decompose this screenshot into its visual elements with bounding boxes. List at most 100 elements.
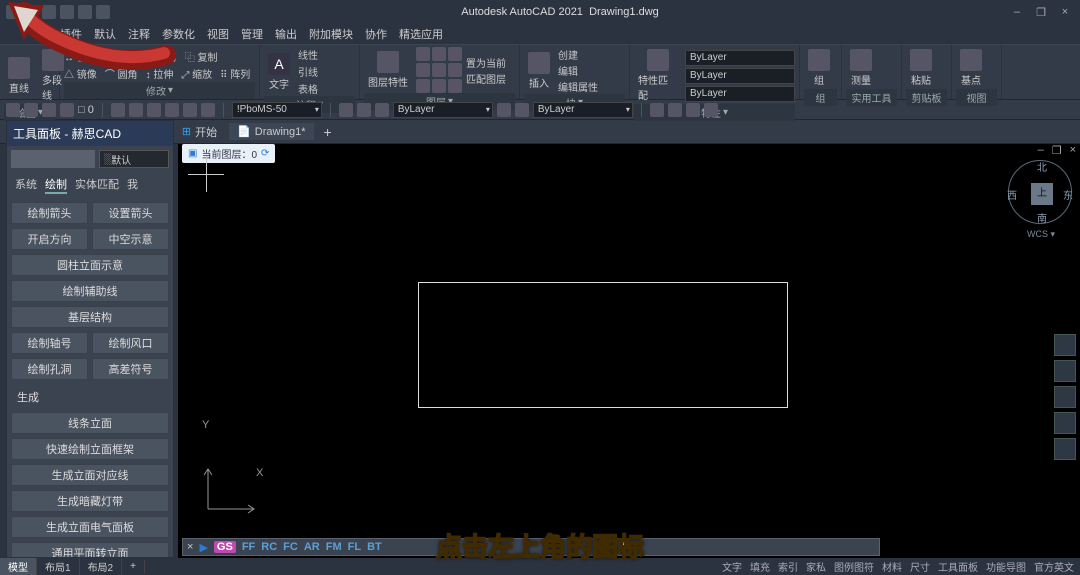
viewport-close-button[interactable]: × [1070,144,1076,157]
tool-icon[interactable] [24,103,38,117]
copy-button[interactable]: ⿻ 复制 [185,49,218,64]
layer-icon[interactable] [416,79,430,93]
paste-button[interactable]: 粘贴 [906,47,936,89]
cmd-opt[interactable]: RC [261,541,277,553]
tool-icon[interactable] [339,103,353,117]
panel-label-clip[interactable]: 剪贴板 [906,89,947,106]
qat-redo-icon[interactable] [96,5,110,19]
leader-button[interactable]: 引线 [298,64,318,79]
status-item[interactable]: 尺寸 [910,559,930,574]
palette-button[interactable]: 线条立面 [11,412,169,434]
status-item[interactable]: 文字 [722,559,742,574]
tool-icon[interactable] [686,103,700,117]
palette-button[interactable]: 生成立面电气面板 [11,516,169,538]
palette-button[interactable]: 绘制风口 [92,332,169,354]
layer-icon[interactable] [432,63,446,77]
trim-button[interactable]: ✂ 修剪 [144,49,177,64]
palette-button[interactable]: 生成立面对应线 [11,464,169,486]
menu-item[interactable]: 视图 [207,26,229,42]
window-min-button[interactable]: – [1010,6,1024,19]
window-max-button[interactable]: ❐ [1034,6,1048,19]
tool-icon[interactable] [357,103,371,117]
tool-icon[interactable] [183,103,197,117]
palette-tab-me[interactable]: 我 [127,176,138,194]
setcurrent-button[interactable]: 置为当前 [466,55,506,70]
tab-layout1[interactable]: 布局1 [37,558,80,575]
layer-icon[interactable] [416,47,430,61]
tool-icon[interactable] [704,103,718,117]
drawing-canvas[interactable]: ▣当前图层：0⟳ – ❐ × Y X 北 南 东 西 上 WCS ▾ × ▶ G… [178,144,1080,558]
tool-icon[interactable] [375,103,389,117]
cmd-opt[interactable]: FC [283,541,298,553]
qat-undo-icon[interactable] [78,5,92,19]
palette-button[interactable]: 绘制辅助线 [11,280,169,302]
tab-drawing1[interactable]: 📄Drawing1* [229,123,313,140]
layer-icon[interactable] [448,79,462,93]
linetype-combo[interactable]: ByLayer [685,68,795,84]
color-combo[interactable]: ByLayer [685,50,795,66]
palette-button[interactable]: 绘制轴号 [11,332,88,354]
palette-button[interactable]: 快速绘制立面框架 [11,438,169,460]
basepoint-button[interactable]: 基点 [956,47,986,89]
group-button[interactable]: 组 [804,47,834,89]
editattr-button[interactable]: 编辑属性 [558,79,598,94]
tool-icon[interactable] [497,103,511,117]
palette-tab-draw[interactable]: 绘制 [45,176,67,194]
textstyle-combo[interactable]: !PboMS-50 [232,102,322,118]
tab-add-layout[interactable]: + [122,560,145,573]
fullnav-icon[interactable] [1054,334,1076,356]
status-item[interactable]: 材料 [882,559,902,574]
drawn-rectangle[interactable] [418,282,788,408]
menu-item[interactable]: 注释 [128,26,150,42]
status-item[interactable]: 工具面板 [938,559,978,574]
palette-button[interactable]: 通用平面转立面 [11,542,169,557]
cmd-opt[interactable]: FL [348,541,361,553]
status-item[interactable]: 官方英文 [1034,559,1074,574]
move-button[interactable]: ↔ 移动 [64,49,97,64]
cmd-opt[interactable]: AR [304,541,320,553]
tool-icon[interactable] [650,103,664,117]
layer-icon[interactable] [448,47,462,61]
status-item[interactable]: 图例图符 [834,559,874,574]
create-button[interactable]: 创建 [558,47,598,62]
tool-icon[interactable] [129,103,143,117]
fillet-button[interactable]: ⌒ 圆角 [105,66,138,81]
qat-save-icon[interactable] [60,5,74,19]
tab-model[interactable]: 模型 [0,558,37,575]
lineweight-combo[interactable]: ByLayer [685,86,795,102]
pan-icon[interactable] [1054,360,1076,382]
menu-item[interactable]: 默认 [94,26,116,42]
zoom-icon[interactable] [1054,386,1076,408]
tool-icon[interactable] [60,103,74,117]
palette-scroll[interactable]: 绘制箭头设置箭头 开启方向中空示意 圆柱立面示意 绘制辅助线 基层结构 绘制轴号… [7,198,173,557]
qat-new-icon[interactable] [24,5,38,19]
palette-button[interactable]: 高差符号 [92,358,169,380]
palette-tab-entity[interactable]: 实体匹配 [75,176,119,194]
array-button[interactable]: ⠿ 阵列 [220,66,250,81]
menu-item[interactable]: 精选应用 [399,26,443,42]
menu-item[interactable]: 输出 [275,26,297,42]
palette-button[interactable]: 基层结构 [11,306,169,328]
tool-icon[interactable] [201,103,215,117]
palette-button[interactable]: 生成暗藏灯带 [11,490,169,512]
insert-button[interactable]: 插入 [524,50,554,92]
tool-icon[interactable] [111,103,125,117]
palette-button[interactable]: 绘制孔洞 [11,358,88,380]
matchprops-button[interactable]: 特性匹配 [634,47,681,104]
search-input[interactable] [11,150,95,168]
viewport-max-button[interactable]: ❐ [1052,144,1062,157]
cmd-opt[interactable]: FF [242,541,255,553]
menu-item[interactable]: 附加模块 [309,26,353,42]
measure-button[interactable]: 测量 [846,47,876,89]
palette-button[interactable]: 绘制箭头 [11,202,88,224]
text-button[interactable]: A文字 [264,51,294,93]
orbit-icon[interactable] [1054,412,1076,434]
panel-label-group[interactable]: 组 [804,89,837,106]
app-menu-icon[interactable] [6,5,20,19]
menu-item[interactable]: 插件 [60,26,82,42]
table-button[interactable]: 表格 [298,81,318,96]
tool-icon[interactable] [165,103,179,117]
default-dropdown[interactable]: ░ 默认 [99,150,169,168]
status-item[interactable]: 填充 [750,559,770,574]
panel-label-util[interactable]: 实用工具 [846,89,897,106]
